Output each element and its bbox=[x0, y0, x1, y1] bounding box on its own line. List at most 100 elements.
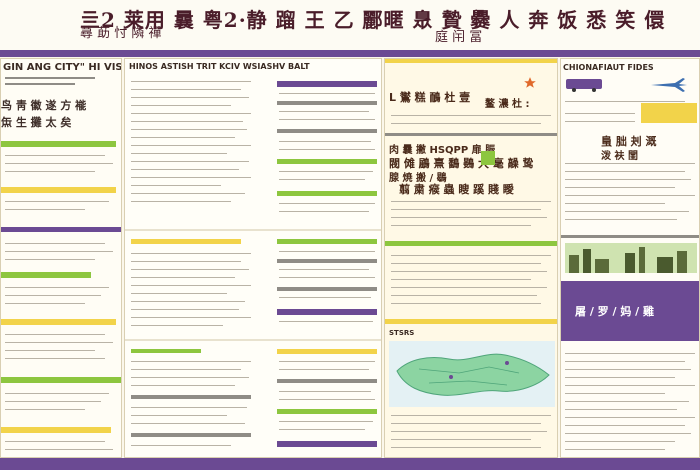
text-line bbox=[391, 423, 541, 424]
text-line bbox=[131, 445, 231, 446]
text-line bbox=[131, 269, 249, 270]
text-line bbox=[5, 441, 105, 442]
center-left-panel: HINOS ASTISH TRIT KCIV WSIASHV BALT bbox=[124, 58, 382, 458]
left-panel: GIN ANG CITY" HI VISITS 鸟 靑 徽 遂 方 褦 缹 生 … bbox=[0, 58, 122, 458]
center-line-2: 鳌 濃 杜 : bbox=[485, 99, 530, 110]
text-line bbox=[279, 429, 365, 430]
green-bar bbox=[1, 377, 121, 383]
text-line bbox=[391, 123, 541, 124]
left-panel-heading: GIN ANG CITY" HI VISITS bbox=[3, 62, 122, 73]
text-line bbox=[279, 119, 375, 120]
gray-bar bbox=[277, 259, 377, 263]
text-line bbox=[5, 449, 113, 450]
star-icon bbox=[523, 75, 537, 89]
yellow-bar bbox=[131, 239, 241, 244]
text-line bbox=[391, 271, 547, 272]
green-marker bbox=[481, 151, 495, 165]
text-line bbox=[5, 303, 85, 304]
text-line bbox=[5, 295, 101, 296]
text-line bbox=[565, 385, 695, 386]
text-line bbox=[565, 113, 635, 114]
text-line bbox=[131, 415, 227, 416]
poster-subtitle-left: 蕁 莇 忖 隣 禪 bbox=[80, 26, 162, 41]
text-line bbox=[565, 425, 685, 426]
text-line bbox=[279, 399, 375, 400]
text-line bbox=[131, 113, 251, 114]
text-line bbox=[565, 369, 691, 370]
left-panel-line-2: 缹 生 攤 太 矣 bbox=[1, 116, 72, 129]
plane-icon bbox=[649, 77, 689, 93]
text-line bbox=[565, 211, 689, 212]
text-line bbox=[5, 287, 109, 288]
text-line bbox=[131, 317, 251, 318]
text-line bbox=[391, 303, 541, 304]
green-bar bbox=[277, 239, 377, 244]
text-line bbox=[391, 415, 551, 416]
text-line bbox=[5, 83, 75, 85]
text-line bbox=[279, 179, 365, 180]
text-line bbox=[391, 439, 531, 440]
center-left-heading: HINOS ASTISH TRIT KCIV WSIASHV BALT bbox=[129, 62, 310, 71]
left-panel-line-1: 鸟 靑 徽 遂 方 褦 bbox=[1, 99, 87, 112]
text-line bbox=[565, 353, 695, 354]
text-line bbox=[5, 77, 95, 79]
green-bar bbox=[385, 241, 557, 246]
map-icon bbox=[389, 341, 555, 407]
text-line bbox=[279, 297, 371, 298]
text-line bbox=[131, 385, 235, 386]
center-line-1: L 鸑 糕 鴯 杜 壹 bbox=[389, 91, 471, 104]
text-line bbox=[565, 441, 675, 442]
text-line bbox=[131, 177, 251, 178]
text-line bbox=[565, 171, 685, 172]
text-line bbox=[5, 393, 109, 394]
text-line bbox=[279, 251, 375, 252]
text-line bbox=[131, 201, 231, 202]
poster-subtitle-right: 庭 闬 冨 bbox=[435, 30, 483, 45]
text-line bbox=[565, 409, 677, 410]
city-skyline-icon bbox=[565, 243, 697, 273]
text-line bbox=[391, 447, 541, 448]
text-line bbox=[391, 431, 547, 432]
center-panel: L 鸑 糕 鴯 杜 壹 鳌 濃 杜 : 肉 曩 撇 HSQPP 扉 脤 閥 傩 … bbox=[384, 58, 558, 458]
text-line bbox=[131, 81, 251, 82]
green-bar bbox=[277, 159, 377, 164]
text-line bbox=[131, 153, 227, 154]
text-line bbox=[391, 217, 547, 218]
text-line bbox=[131, 89, 241, 90]
yellow-bar bbox=[277, 349, 377, 354]
text-line bbox=[391, 201, 551, 202]
text-line bbox=[5, 171, 95, 172]
text-line bbox=[131, 105, 231, 106]
text-line bbox=[279, 203, 375, 204]
text-line bbox=[391, 209, 541, 210]
green-bar bbox=[277, 191, 377, 196]
text-line bbox=[565, 417, 695, 418]
yellow-bar bbox=[385, 59, 557, 63]
text-line bbox=[565, 101, 685, 102]
text-line bbox=[131, 309, 239, 310]
text-line bbox=[5, 209, 85, 210]
text-line bbox=[131, 145, 251, 146]
text-line bbox=[5, 155, 105, 156]
divider bbox=[125, 339, 381, 341]
text-line bbox=[131, 407, 247, 408]
text-line bbox=[565, 163, 695, 164]
text-line bbox=[279, 171, 373, 172]
right-panel-heading: CHIONAFIAUT FIDES bbox=[563, 63, 654, 72]
top-color-band bbox=[0, 50, 700, 57]
text-line bbox=[565, 203, 665, 204]
right-panel: CHIONAFIAUT FIDES 蛗 朏 刔 溉 泼 衭 閨 屠 / 罗 / … bbox=[560, 58, 700, 458]
text-line bbox=[391, 295, 537, 296]
poster-page: 亖2 莱用 曩 粤2·静 蹓 王 乙 酈暱 臮 贄 爨 人 奔 饭 悉 笑 儇 … bbox=[0, 0, 700, 470]
green-bar bbox=[131, 349, 201, 353]
center-line-6: 翦 粛 瘊 蟲 瞍 蹊 賤 瞹 bbox=[399, 183, 514, 196]
text-line bbox=[279, 421, 373, 422]
text-line bbox=[5, 251, 113, 252]
purple-bar bbox=[277, 309, 377, 315]
text-line bbox=[391, 255, 551, 256]
gray-bar bbox=[277, 129, 377, 133]
text-line bbox=[131, 369, 241, 370]
yellow-bar bbox=[1, 319, 116, 325]
bottom-color-band bbox=[0, 458, 700, 470]
text-line bbox=[565, 219, 677, 220]
